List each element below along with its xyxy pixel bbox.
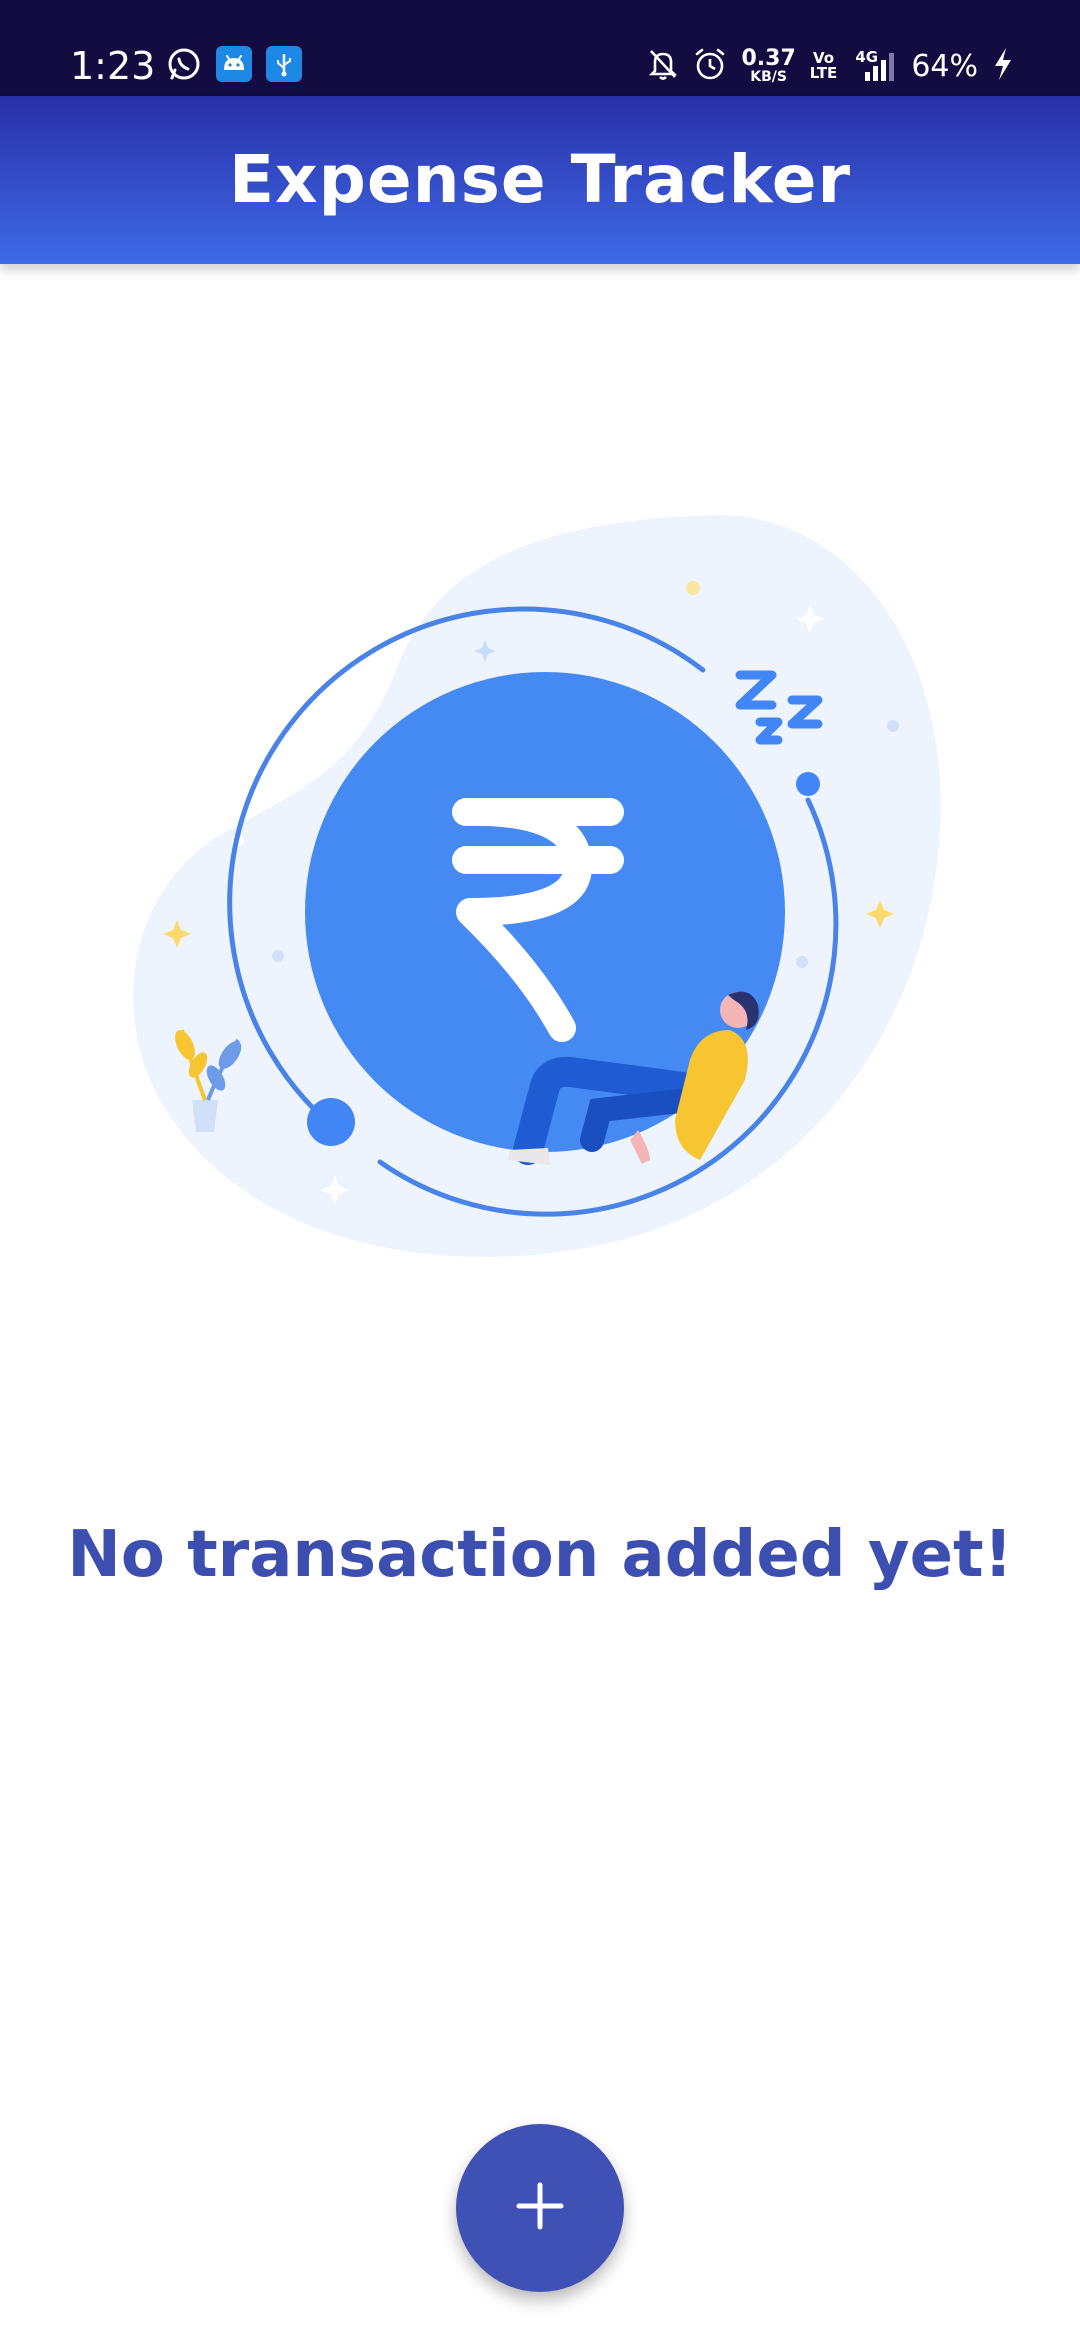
volte-indicator: Vo LTE [810,51,838,81]
charging-icon [992,46,1014,86]
orbit-dot [307,1098,355,1146]
dot [272,950,284,962]
page-title: Expense Tracker [228,141,852,218]
orbit-dot [796,772,820,796]
plus-icon [513,2179,567,2237]
network-speed-value: 0.37 [741,46,796,71]
status-left-icons [166,46,302,86]
usb-icon [266,46,302,86]
dot [887,720,899,732]
network-speed: 0.37 KB/S [741,46,796,85]
volte-bottom: LTE [809,64,838,82]
dot [686,581,700,595]
empty-state-message: No transaction added yet! [67,1518,1013,1592]
status-time: 1:23 [70,44,156,88]
app-bar: Expense Tracker [0,96,1080,264]
network-speed-unit: KB/S [750,69,787,85]
android-icon [216,46,252,86]
sleeping-rupee-illustration [130,500,950,1280]
status-right-icons: 0.37 KB/S Vo LTE 4G 64% [647,42,1014,90]
alarm-icon [693,47,727,85]
add-transaction-button[interactable] [456,2124,624,2292]
whatsapp-icon [166,46,202,86]
dot [796,956,808,968]
battery-percent: 64% [911,48,978,84]
notifications-off-icon [647,47,679,85]
status-bar: 1:23 0.37 KB/S Vo LTE 4G 64% [0,0,1080,96]
screen: 1:23 0.37 KB/S Vo LTE 4G 64% Expense Tra… [0,0,1080,2340]
signal-icon: 4G [851,48,897,84]
